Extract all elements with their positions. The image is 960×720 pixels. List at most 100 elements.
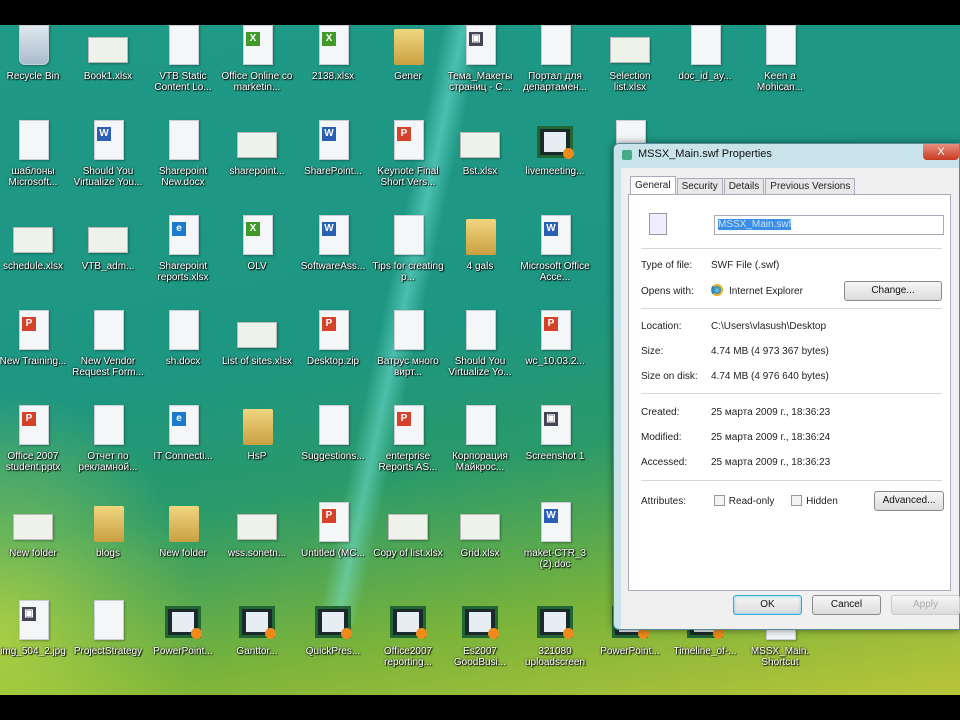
apply-button[interactable]: Apply: [891, 595, 960, 615]
desktop-icon[interactable]: Suggestions...: [296, 405, 370, 462]
desktop-icon[interactable]: P Desktop.zip: [296, 310, 370, 367]
desktop-icon[interactable]: Bst.xlsx: [443, 120, 517, 177]
desktop-icon[interactable]: 321080 uploadscreen: [518, 600, 592, 668]
desktop-icon[interactable]: blogs: [71, 502, 145, 559]
desktop-icon[interactable]: шаблоны Microsoft...: [0, 120, 70, 188]
desktop-icon[interactable]: W Microsoft Office Acce...: [518, 215, 592, 283]
desktop-icon[interactable]: HsP: [220, 405, 294, 462]
size-value: 4.74 MB (4 973 367 bytes): [711, 346, 829, 357]
desktop-icon[interactable]: Wmaket-CTR_3 (2).doc: [518, 502, 592, 570]
folder-icon: [460, 215, 500, 259]
filename-input[interactable]: MSSX_Main.swf: [714, 215, 944, 235]
dialog-title-bar[interactable]: MSSX_Main.swf Properties X: [614, 144, 959, 166]
desktop-icon[interactable]: Портал для департамен...: [518, 25, 592, 93]
readonly-checkbox[interactable]: Read-only: [713, 495, 775, 507]
doc-img-icon: ▣: [460, 25, 500, 69]
desktop-icon[interactable]: New folder: [0, 502, 70, 559]
desktop-icon[interactable]: Ganttor...: [220, 600, 294, 657]
hidden-checkbox[interactable]: Hidden: [791, 495, 838, 507]
desktop-icon[interactable]: P New Training...: [0, 310, 70, 367]
desktop-icon[interactable]: W SoftwareAss...: [296, 215, 370, 272]
desktop-icon[interactable]: 4 gals: [443, 215, 517, 272]
desktop-icon[interactable]: W Should You Virtualize You...: [71, 120, 145, 188]
desktop-icon[interactable]: New Vendor Request Form...: [71, 310, 145, 378]
doc-icon: [388, 215, 428, 259]
advanced-button[interactable]: Advanced...: [874, 491, 944, 511]
tab-general[interactable]: General: [630, 176, 676, 196]
desktop-icon[interactable]: schedule.xlsx: [0, 215, 70, 272]
doc-icon: [460, 405, 500, 449]
close-button[interactable]: X: [923, 144, 959, 160]
desktop-icon[interactable]: Gener: [371, 25, 445, 82]
desktop-icon[interactable]: Penterprise Reports AS...: [371, 405, 445, 473]
desktop-icon[interactable]: Keen a Mohican...: [743, 25, 817, 93]
desktop-icon-label: sh.docx: [165, 356, 201, 367]
desktop-icon[interactable]: QuickPres...: [296, 600, 370, 657]
desktop-icon-label: livemeeting...: [525, 166, 585, 177]
desktop-icon-label: Корпорация Майкрос...: [452, 451, 508, 473]
desktop-icon[interactable]: e Sharepoint reports.xlsx: [146, 215, 220, 283]
desktop-icon[interactable]: Selection list.xlsx: [593, 25, 667, 93]
doc-word-icon: W: [535, 215, 575, 259]
doc-img-icon: ▣: [535, 405, 575, 449]
desktop-icon[interactable]: X OLV: [220, 215, 294, 272]
desktop-icon[interactable]: Es2007 GoodBusi...: [443, 600, 517, 668]
swf-file-icon: [649, 213, 667, 235]
desktop-icon-label: Recycle Bin: [6, 71, 60, 82]
desktop-icon[interactable]: Корпорация Майкрос...: [443, 405, 517, 473]
hidden-label: Hidden: [806, 496, 838, 507]
desktop-icon[interactable]: sh.docx: [146, 310, 220, 367]
desktop-icon[interactable]: Отчет по рекламной...: [71, 405, 145, 473]
desktop-icon-label: Selection list.xlsx: [609, 71, 651, 93]
desktop-icon[interactable]: Should You Virtualize Yo...: [443, 310, 517, 378]
desktop-icon[interactable]: Ватрус много вирт...: [371, 310, 445, 378]
desktop-icon[interactable]: livemeeting...: [518, 120, 592, 177]
doc-icon: [13, 120, 53, 164]
desktop-icon[interactable]: Sharepoint New.docx: [146, 120, 220, 188]
desktop-icon[interactable]: wss.sonetn...: [220, 502, 294, 559]
desktop-icon-label: Портал для департамен...: [522, 71, 588, 93]
desktop-icon[interactable]: P Office 2007 student.pptx: [0, 405, 70, 473]
attributes-label: Attributes:: [641, 496, 687, 507]
desktop-icon[interactable]: Grid.xlsx: [443, 502, 517, 559]
desktop-icon-label: Timeline_of-...: [673, 646, 737, 657]
desktop-icon[interactable]: ▣ Тема_Макеты страниц - C...: [443, 25, 517, 93]
desktop-icon[interactable]: P Keynote Final Short Vers...: [371, 120, 445, 188]
desktop-icon[interactable]: ProjectStrategy: [71, 600, 145, 657]
cancel-button[interactable]: Cancel: [812, 595, 881, 615]
general-panel: MSSX_Main.swf Type of file: SWF File (.sw…: [628, 194, 951, 591]
desktop-icon[interactable]: New folder: [146, 502, 220, 559]
change-button[interactable]: Change...: [844, 281, 942, 301]
desktop-icon[interactable]: VTB_adm...: [71, 215, 145, 272]
desktop-icon[interactable]: Book1.xlsx: [71, 25, 145, 82]
size-label: Size:: [641, 346, 664, 357]
desktop-icon[interactable]: Office2007 reporting...: [371, 600, 445, 668]
desktop-icon[interactable]: X 2138.xlsx: [296, 25, 370, 82]
desktop-icon[interactable]: X Office Online co marketin...: [220, 25, 294, 93]
desktop-icon[interactable]: doc_id_ay...: [668, 25, 742, 82]
readonly-label: Read-only: [728, 496, 775, 507]
desktop-icon[interactable]: e IT Connecti...: [146, 405, 220, 462]
desktop-icon-label: sharepoint...: [229, 166, 285, 177]
video-icon: [313, 600, 353, 644]
doc-ie-icon: e: [163, 215, 203, 259]
desktop-icon[interactable]: Copy of list.xlsx: [371, 502, 445, 559]
ok-button[interactable]: OK: [733, 595, 802, 615]
desktop-icon[interactable]: Tips for creating p...: [371, 215, 445, 283]
desktop-icon[interactable]: P Untitled (MC...: [296, 502, 370, 559]
desktop-icon[interactable]: PowerPoint...: [146, 600, 220, 657]
desktop-icon-label: Screenshot 1: [525, 451, 585, 462]
desktop-icon[interactable]: ▣ img_504_2.jpg: [0, 600, 70, 657]
folder-icon: [237, 405, 277, 449]
desktop-icon[interactable]: W SharePoint...: [296, 120, 370, 177]
desktop-icon[interactable]: sharepoint...: [220, 120, 294, 177]
desktop-icon-label: Untitled (MC...: [301, 548, 365, 559]
desktop-icon[interactable]: Recycle Bin: [0, 25, 70, 82]
desktop-icon[interactable]: ▣ Screenshot 1: [518, 405, 592, 462]
desktop-icon[interactable]: List of sites.xlsx: [220, 310, 294, 367]
desktop-icon[interactable]: Pwc_10.03.2...: [518, 310, 592, 367]
doc-icon: [685, 25, 725, 69]
doc-ie-icon: e: [163, 405, 203, 449]
desktop-icon[interactable]: VTB Static Content Lo...: [146, 25, 220, 93]
desktop-icon-label: VTB Static Content Lo...: [154, 71, 212, 93]
